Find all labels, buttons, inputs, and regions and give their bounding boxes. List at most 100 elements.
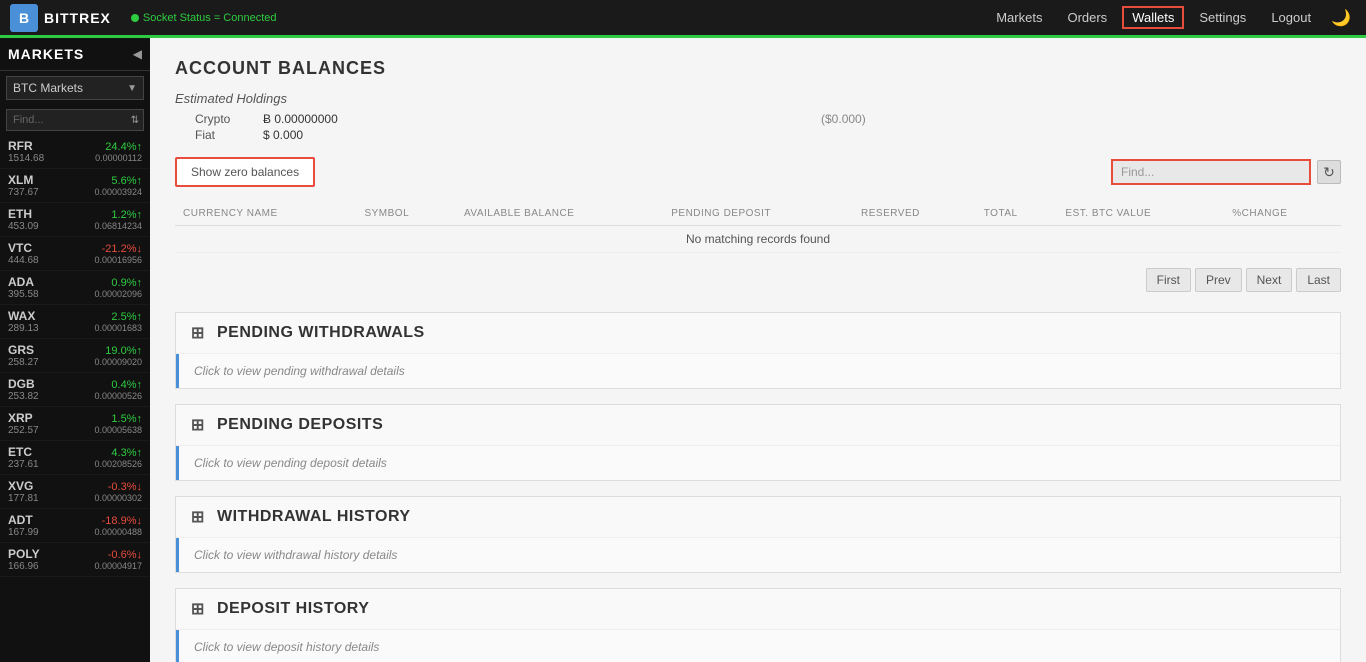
coin-change: 0.9%↑ — [111, 277, 142, 289]
pending-withdrawals-expand-icon: ⊞ — [191, 323, 207, 343]
coin-item[interactable]: ETC 237.61 4.3%↑ 0.00208526 — [0, 441, 150, 475]
fiat-label: Fiat — [195, 128, 255, 142]
coin-price: 253.82 — [8, 391, 39, 402]
page-title: ACCOUNT BALANCES — [175, 58, 1341, 79]
find-input-wrapper — [1111, 159, 1311, 185]
coin-item[interactable]: XLM 737.67 5.6%↑ 0.00003924 — [0, 169, 150, 203]
sidebar-search-input[interactable] — [7, 110, 127, 130]
refresh-btn[interactable]: ↻ — [1317, 160, 1341, 184]
top-nav: B BITTREX Socket Status = Connected Mark… — [0, 0, 1366, 38]
coin-item[interactable]: ETH 453.09 1.2%↑ 0.06814234 — [0, 203, 150, 237]
coin-name: XVG — [8, 479, 39, 493]
col-symbol: SYMBOL — [356, 202, 456, 226]
coin-change: -0.6%↓ — [108, 549, 142, 561]
coin-price: 167.99 — [8, 527, 39, 538]
coin-name: ETH — [8, 207, 39, 221]
coin-item[interactable]: POLY 166.96 -0.6%↓ 0.00004917 — [0, 543, 150, 577]
search-box-area: ↻ — [1111, 159, 1341, 185]
first-page-btn[interactable]: First — [1146, 268, 1191, 292]
coin-item[interactable]: ADA 395.58 0.9%↑ 0.00002096 — [0, 271, 150, 305]
coin-price: 444.68 — [8, 255, 39, 266]
deposit-history-expand-icon: ⊞ — [191, 599, 207, 619]
nav-markets[interactable]: Markets — [986, 6, 1052, 29]
pending-deposits-section: ⊞ PENDING DEPOSITS Click to view pending… — [175, 404, 1341, 481]
deposit-history-body: Click to view deposit history details — [176, 630, 1340, 662]
sidebar-collapse-btn[interactable]: ◀ — [133, 47, 142, 61]
nav-wallets[interactable]: Wallets — [1122, 6, 1184, 29]
col-total: TOTAL — [976, 202, 1058, 226]
deposit-history-section: ⊞ DEPOSIT HISTORY Click to view deposit … — [175, 588, 1341, 662]
balances-table: CURRENCY NAME SYMBOL AVAILABLE BALANCE P… — [175, 202, 1341, 253]
nav-logout[interactable]: Logout — [1261, 6, 1321, 29]
coin-btc: 0.00004917 — [94, 561, 142, 571]
coin-right: 0.9%↑ 0.00002096 — [94, 277, 142, 299]
table-body: No matching records found — [175, 226, 1341, 253]
coin-item[interactable]: GRS 258.27 19.0%↑ 0.00009020 — [0, 339, 150, 373]
nav-orders[interactable]: Orders — [1057, 6, 1117, 29]
deposit-history-header[interactable]: ⊞ DEPOSIT HISTORY — [176, 589, 1340, 630]
nav-settings[interactable]: Settings — [1189, 6, 1256, 29]
coin-change: 24.4%↑ — [105, 141, 142, 153]
col-pending-deposit: PENDING DEPOSIT — [663, 202, 853, 226]
coin-change: -0.3%↓ — [108, 481, 142, 493]
pending-withdrawals-header[interactable]: ⊞ PENDING WITHDRAWALS — [176, 313, 1340, 354]
col-available-balance: AVAILABLE BALANCE — [456, 202, 663, 226]
coin-left: ADA 395.58 — [8, 275, 39, 300]
coin-btc: 0.06814234 — [94, 221, 142, 231]
last-page-btn[interactable]: Last — [1296, 268, 1341, 292]
coin-item[interactable]: VTC 444.68 -21.2%↓ 0.00016956 — [0, 237, 150, 271]
coin-price: 289.13 — [8, 323, 39, 334]
no-records-msg: No matching records found — [175, 226, 1341, 253]
coin-price: 395.58 — [8, 289, 39, 300]
pending-deposits-body: Click to view pending deposit details — [176, 446, 1340, 480]
table-row: No matching records found — [175, 226, 1341, 253]
logo-text: BITTREX — [44, 10, 111, 26]
sidebar-search: ⇅ — [6, 109, 144, 131]
coin-item[interactable]: XVG 177.81 -0.3%↓ 0.00000302 — [0, 475, 150, 509]
coin-price: 252.57 — [8, 425, 39, 436]
pending-deposits-expand-icon: ⊞ — [191, 415, 207, 435]
coin-right: -0.3%↓ 0.00000302 — [94, 481, 142, 503]
coin-right: -18.9%↓ 0.00000488 — [94, 515, 142, 537]
coin-price: 1514.68 — [8, 153, 44, 164]
coin-left: XVG 177.81 — [8, 479, 39, 504]
next-page-btn[interactable]: Next — [1246, 268, 1293, 292]
crypto-paren: ($0.000) — [821, 112, 1341, 126]
coin-right: 1.5%↑ 0.00005638 — [94, 413, 142, 435]
holdings-section: Estimated Holdings Crypto Ƀ 0.00000000 (… — [175, 91, 1341, 142]
coin-item[interactable]: DGB 253.82 0.4%↑ 0.00000526 — [0, 373, 150, 407]
theme-toggle-icon[interactable]: 🌙 — [1326, 8, 1356, 28]
coin-btc: 0.00009020 — [94, 357, 142, 367]
crypto-label: Crypto — [195, 112, 255, 126]
pending-withdrawals-title: PENDING WITHDRAWALS — [217, 324, 425, 342]
coin-btc: 0.00002096 — [94, 289, 142, 299]
market-select[interactable]: BTC Markets ▼ — [6, 76, 144, 100]
coin-item[interactable]: RFR 1514.68 24.4%↑ 0.00000112 — [0, 135, 150, 169]
coin-item[interactable]: XRP 252.57 1.5%↑ 0.00005638 — [0, 407, 150, 441]
sidebar-search-icon[interactable]: ⇅ — [127, 111, 143, 130]
coin-btc: 0.00000302 — [94, 493, 142, 503]
coin-btc: 0.00208526 — [94, 459, 142, 469]
find-input[interactable] — [1121, 165, 1301, 179]
withdrawal-history-header[interactable]: ⊞ WITHDRAWAL HISTORY — [176, 497, 1340, 538]
pagination: First Prev Next Last — [175, 268, 1341, 292]
main-layout: MARKETS ◀ BTC Markets ▼ ⇅ RFR 1514.68 24… — [0, 38, 1366, 662]
coin-btc: 0.00003924 — [94, 187, 142, 197]
show-zero-balances-btn[interactable]: Show zero balances — [175, 157, 315, 187]
logo-area: B BITTREX — [10, 4, 111, 32]
pending-deposits-header[interactable]: ⊞ PENDING DEPOSITS — [176, 405, 1340, 446]
prev-page-btn[interactable]: Prev — [1195, 268, 1242, 292]
coin-left: ETH 453.09 — [8, 207, 39, 232]
coin-left: ADT 167.99 — [8, 513, 39, 538]
coin-item[interactable]: WAX 289.13 2.5%↑ 0.00001683 — [0, 305, 150, 339]
withdrawal-history-expand-icon: ⊞ — [191, 507, 207, 527]
coin-price: 166.96 — [8, 561, 40, 572]
holdings-grid: Crypto Ƀ 0.00000000 ($0.000) Fiat $ 0.00… — [195, 112, 1341, 142]
deposit-history-text: Click to view deposit history details — [194, 640, 379, 654]
pending-deposits-text: Click to view pending deposit details — [194, 456, 387, 470]
coin-price: 453.09 — [8, 221, 39, 232]
coin-btc: 0.00005638 — [94, 425, 142, 435]
coin-left: GRS 258.27 — [8, 343, 39, 368]
table-header-row: CURRENCY NAME SYMBOL AVAILABLE BALANCE P… — [175, 202, 1341, 226]
coin-item[interactable]: ADT 167.99 -18.9%↓ 0.00000488 — [0, 509, 150, 543]
